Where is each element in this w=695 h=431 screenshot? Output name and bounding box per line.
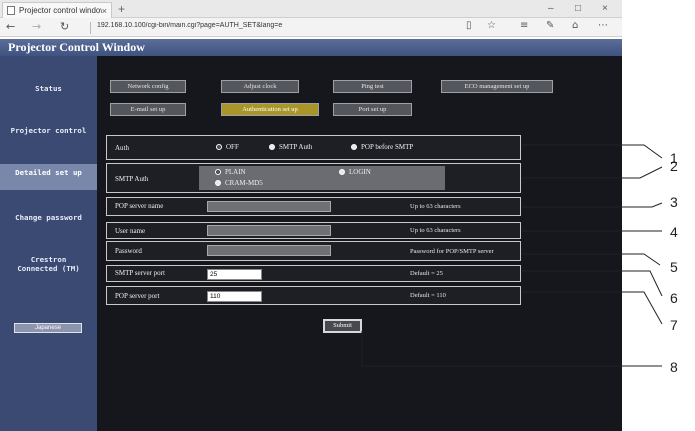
web-note-icon[interactable]: ✎	[546, 20, 554, 31]
password-label: Password	[115, 247, 142, 255]
pop-port-input[interactable]: 110	[207, 291, 262, 302]
smtp-port-note: Default = 25	[410, 270, 443, 277]
user-name-input[interactable]	[207, 225, 331, 236]
maximize-button[interactable]: □	[575, 3, 581, 14]
pop-port-label: POP server port	[115, 292, 160, 300]
new-tab-button[interactable]: +	[118, 2, 125, 16]
browser-tab[interactable]: Projector control window ×	[2, 2, 112, 18]
smtp-port-label: SMTP server port	[115, 269, 165, 277]
email-set-up-button[interactable]: E-mail set up	[110, 103, 186, 116]
ping-test-button[interactable]: Ping test	[333, 80, 412, 93]
sidebar-item-detailed-set-up[interactable]: Detailed set up	[0, 164, 97, 190]
password-row: Password Password for POP/SMTP server	[106, 241, 521, 261]
smtp-plain-radio[interactable]: PLAIN	[215, 168, 246, 176]
smtp-cram-md5-radio[interactable]: CRAM-MD5	[215, 179, 263, 187]
authentication-set-up-button[interactable]: Authentication set up	[221, 103, 319, 116]
pop-port-row: POP server port 110 Default = 110	[106, 286, 521, 305]
share-icon[interactable]: ⌂	[572, 20, 578, 31]
page-title: Projector Control Window	[8, 40, 145, 54]
refresh-icon[interactable]: ↻	[60, 20, 69, 33]
eco-management-button[interactable]: ECO management set up	[441, 80, 553, 93]
user-name-note: Up to 63 characters	[410, 227, 461, 234]
hub-icon[interactable]: ≡	[520, 20, 528, 31]
radio-icon	[339, 169, 345, 175]
password-input[interactable]	[207, 245, 331, 256]
callout-number-5: 5	[670, 259, 678, 275]
japanese-button[interactable]: Japanese	[14, 323, 82, 333]
auth-off-radio[interactable]: OFF	[216, 143, 239, 151]
pop-server-label: POP server name	[115, 202, 164, 210]
minimize-button[interactable]: –	[548, 3, 554, 14]
radio-selected-icon	[216, 144, 222, 150]
radio-icon	[269, 144, 275, 150]
page-icon	[7, 6, 15, 15]
auth-pop-label: POP before SMTP	[361, 143, 414, 151]
sidebar-item-change-password[interactable]: Change password	[0, 213, 97, 234]
user-name-row: User name Up to 63 characters	[106, 222, 521, 239]
pop-server-row: POP server name Up to 63 characters	[106, 197, 521, 216]
auth-smtp-radio[interactable]: SMTP Auth	[269, 143, 312, 151]
submit-button[interactable]: Submit	[323, 319, 362, 333]
pop-server-input[interactable]	[207, 201, 331, 212]
callout-number-4: 4	[670, 224, 678, 240]
sidebar-item-status[interactable]: Status	[0, 84, 97, 99]
auth-label: Auth	[115, 144, 129, 152]
smtp-auth-label: SMTP Auth	[115, 175, 149, 183]
reading-view-icon[interactable]: ▯	[466, 20, 472, 31]
main-content: Network config Adjust clock Ping test EC…	[97, 56, 622, 431]
auth-smtp-label: SMTP Auth	[279, 143, 313, 151]
sidebar: Status Projector control Detailed set up…	[0, 56, 97, 431]
sidebar-item-crestron-connected[interactable]: Crestron Connected (TM)	[0, 255, 97, 278]
pop-server-note: Up to 63 characters	[410, 203, 461, 210]
smtp-plain-label: PLAIN	[225, 168, 246, 176]
smtp-login-label: LOGIN	[349, 168, 371, 176]
callout-number-3: 3	[670, 194, 678, 210]
page-header: Projector Control Window	[0, 39, 622, 56]
smtp-port-input[interactable]: 25	[207, 269, 262, 280]
radio-icon	[351, 144, 357, 150]
auth-off-label: OFF	[226, 143, 239, 151]
smtp-port-row: SMTP server port 25 Default = 25	[106, 265, 521, 282]
pop-port-note: Default = 110	[410, 292, 446, 299]
tab-bar: Projector control window × + – □ ×	[0, 0, 622, 18]
url-field[interactable]: 192.168.10.100/cgi-bin/main.cgi?page=AUT…	[90, 22, 450, 34]
tab-title: Projector control window	[19, 6, 102, 15]
address-bar: ← → ↻ 192.168.10.100/cgi-bin/main.cgi?pa…	[0, 18, 622, 37]
smtp-auth-options: PLAIN LOGIN CRAM-MD5	[199, 166, 445, 190]
port-set-up-button[interactable]: Port set up	[333, 103, 412, 116]
adjust-clock-button[interactable]: Adjust clock	[221, 80, 299, 93]
smtp-cram-label: CRAM-MD5	[225, 179, 263, 187]
favorite-star-icon[interactable]: ☆	[487, 20, 496, 31]
callout-number-8: 8	[670, 359, 678, 375]
user-name-label: User name	[115, 227, 146, 235]
smtp-auth-row: SMTP Auth PLAIN LOGIN CRAM-MD5	[106, 163, 521, 193]
smtp-login-radio[interactable]: LOGIN	[339, 168, 371, 176]
radio-selected-icon	[215, 169, 221, 175]
callout-number-7: 7	[670, 317, 678, 333]
callout-number-6: 6	[670, 290, 678, 306]
password-note: Password for POP/SMTP server	[410, 248, 494, 255]
callout-number-2: 2	[670, 158, 678, 174]
network-config-button[interactable]: Network config	[110, 80, 186, 93]
more-icon[interactable]: ⋯	[598, 20, 608, 31]
forward-icon[interactable]: →	[32, 20, 41, 33]
back-icon[interactable]: ←	[6, 20, 15, 33]
radio-icon	[215, 180, 221, 186]
auth-row: Auth OFF SMTP Auth POP before SMTP	[106, 135, 521, 160]
auth-pop-before-smtp-radio[interactable]: POP before SMTP	[351, 143, 413, 151]
close-window-button[interactable]: ×	[602, 3, 608, 14]
tab-close-icon[interactable]: ×	[102, 6, 107, 16]
sidebar-item-projector-control[interactable]: Projector control	[0, 126, 97, 147]
